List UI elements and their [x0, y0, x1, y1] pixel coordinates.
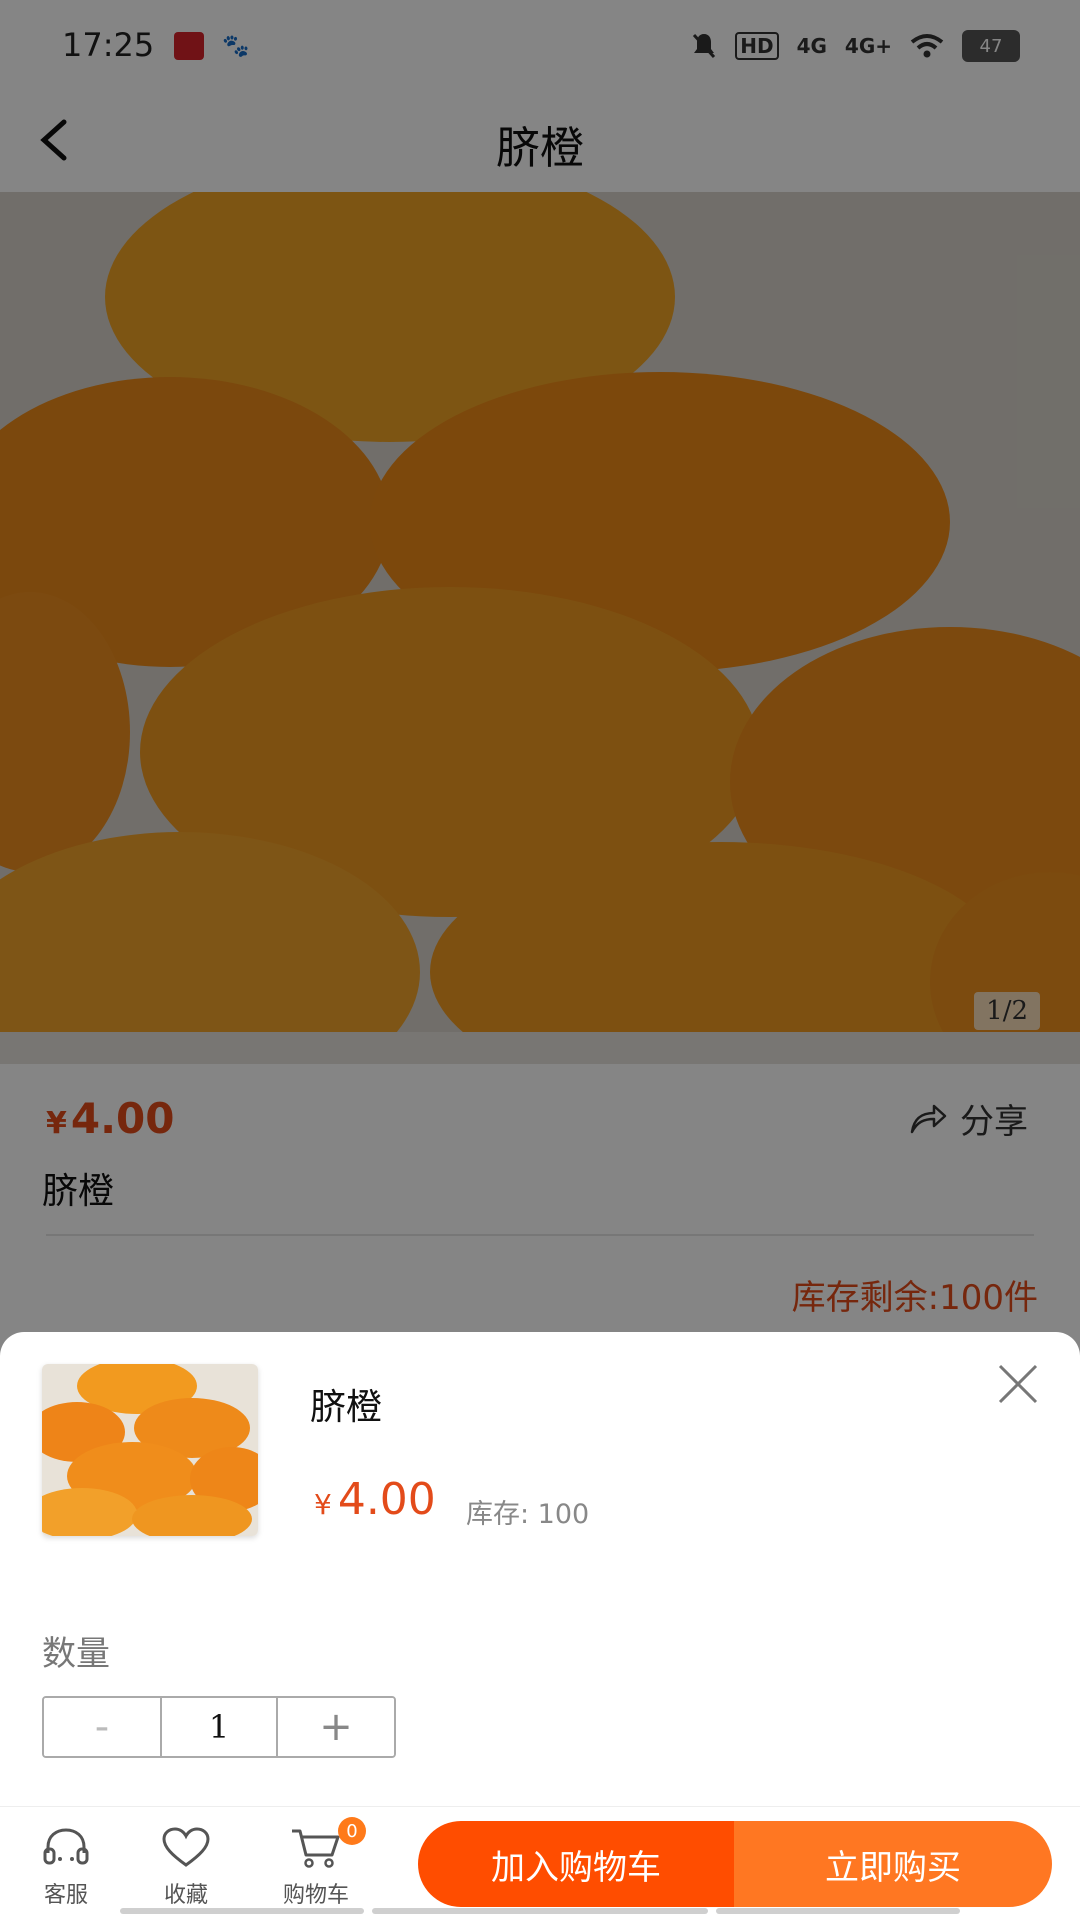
sheet-currency-symbol: ¥ [314, 1488, 332, 1521]
service-label: 客服 [43, 1883, 88, 1908]
sheet-product-name: 脐橙 [310, 1387, 383, 1428]
quantity-input[interactable]: 1 [160, 1698, 276, 1756]
favorite-label: 收藏 [163, 1883, 208, 1908]
quantity-label: 数量 [42, 1634, 110, 1674]
cart-button[interactable]: 0 购物车 [266, 1817, 366, 1909]
buy-now-button[interactable]: 立即购买 [734, 1821, 1052, 1907]
home-indicator-segment [716, 1908, 960, 1914]
sheet-price: ¥4.00 [314, 1474, 436, 1525]
decrease-button[interactable]: - [44, 1698, 160, 1756]
close-button[interactable] [994, 1360, 1042, 1408]
cart-icon [292, 1829, 340, 1868]
sheet-stock: 库存: 100 [466, 1499, 590, 1530]
cart-count-badge: 0 [338, 1817, 366, 1845]
sheet-price-value: 4.00 [337, 1474, 436, 1525]
home-indicator-segment [372, 1908, 708, 1914]
bottom-action-bar: 客服 收藏 0 购物车 加入购物车 立即购买 [0, 1806, 1080, 1921]
close-icon [998, 1364, 1038, 1404]
quantity-stepper: - 1 + [42, 1696, 396, 1758]
oranges-thumbnail [42, 1364, 258, 1536]
home-indicator-segment [120, 1908, 364, 1914]
heart-icon [162, 1827, 210, 1867]
cart-label: 购物车 [282, 1883, 349, 1908]
favorite-button[interactable]: 收藏 [136, 1825, 236, 1909]
headset-icon [43, 1828, 89, 1865]
customer-service-button[interactable]: 客服 [16, 1825, 116, 1909]
increase-button[interactable]: + [276, 1698, 394, 1756]
product-thumbnail [42, 1364, 258, 1536]
add-to-cart-button[interactable]: 加入购物车 [418, 1821, 734, 1907]
